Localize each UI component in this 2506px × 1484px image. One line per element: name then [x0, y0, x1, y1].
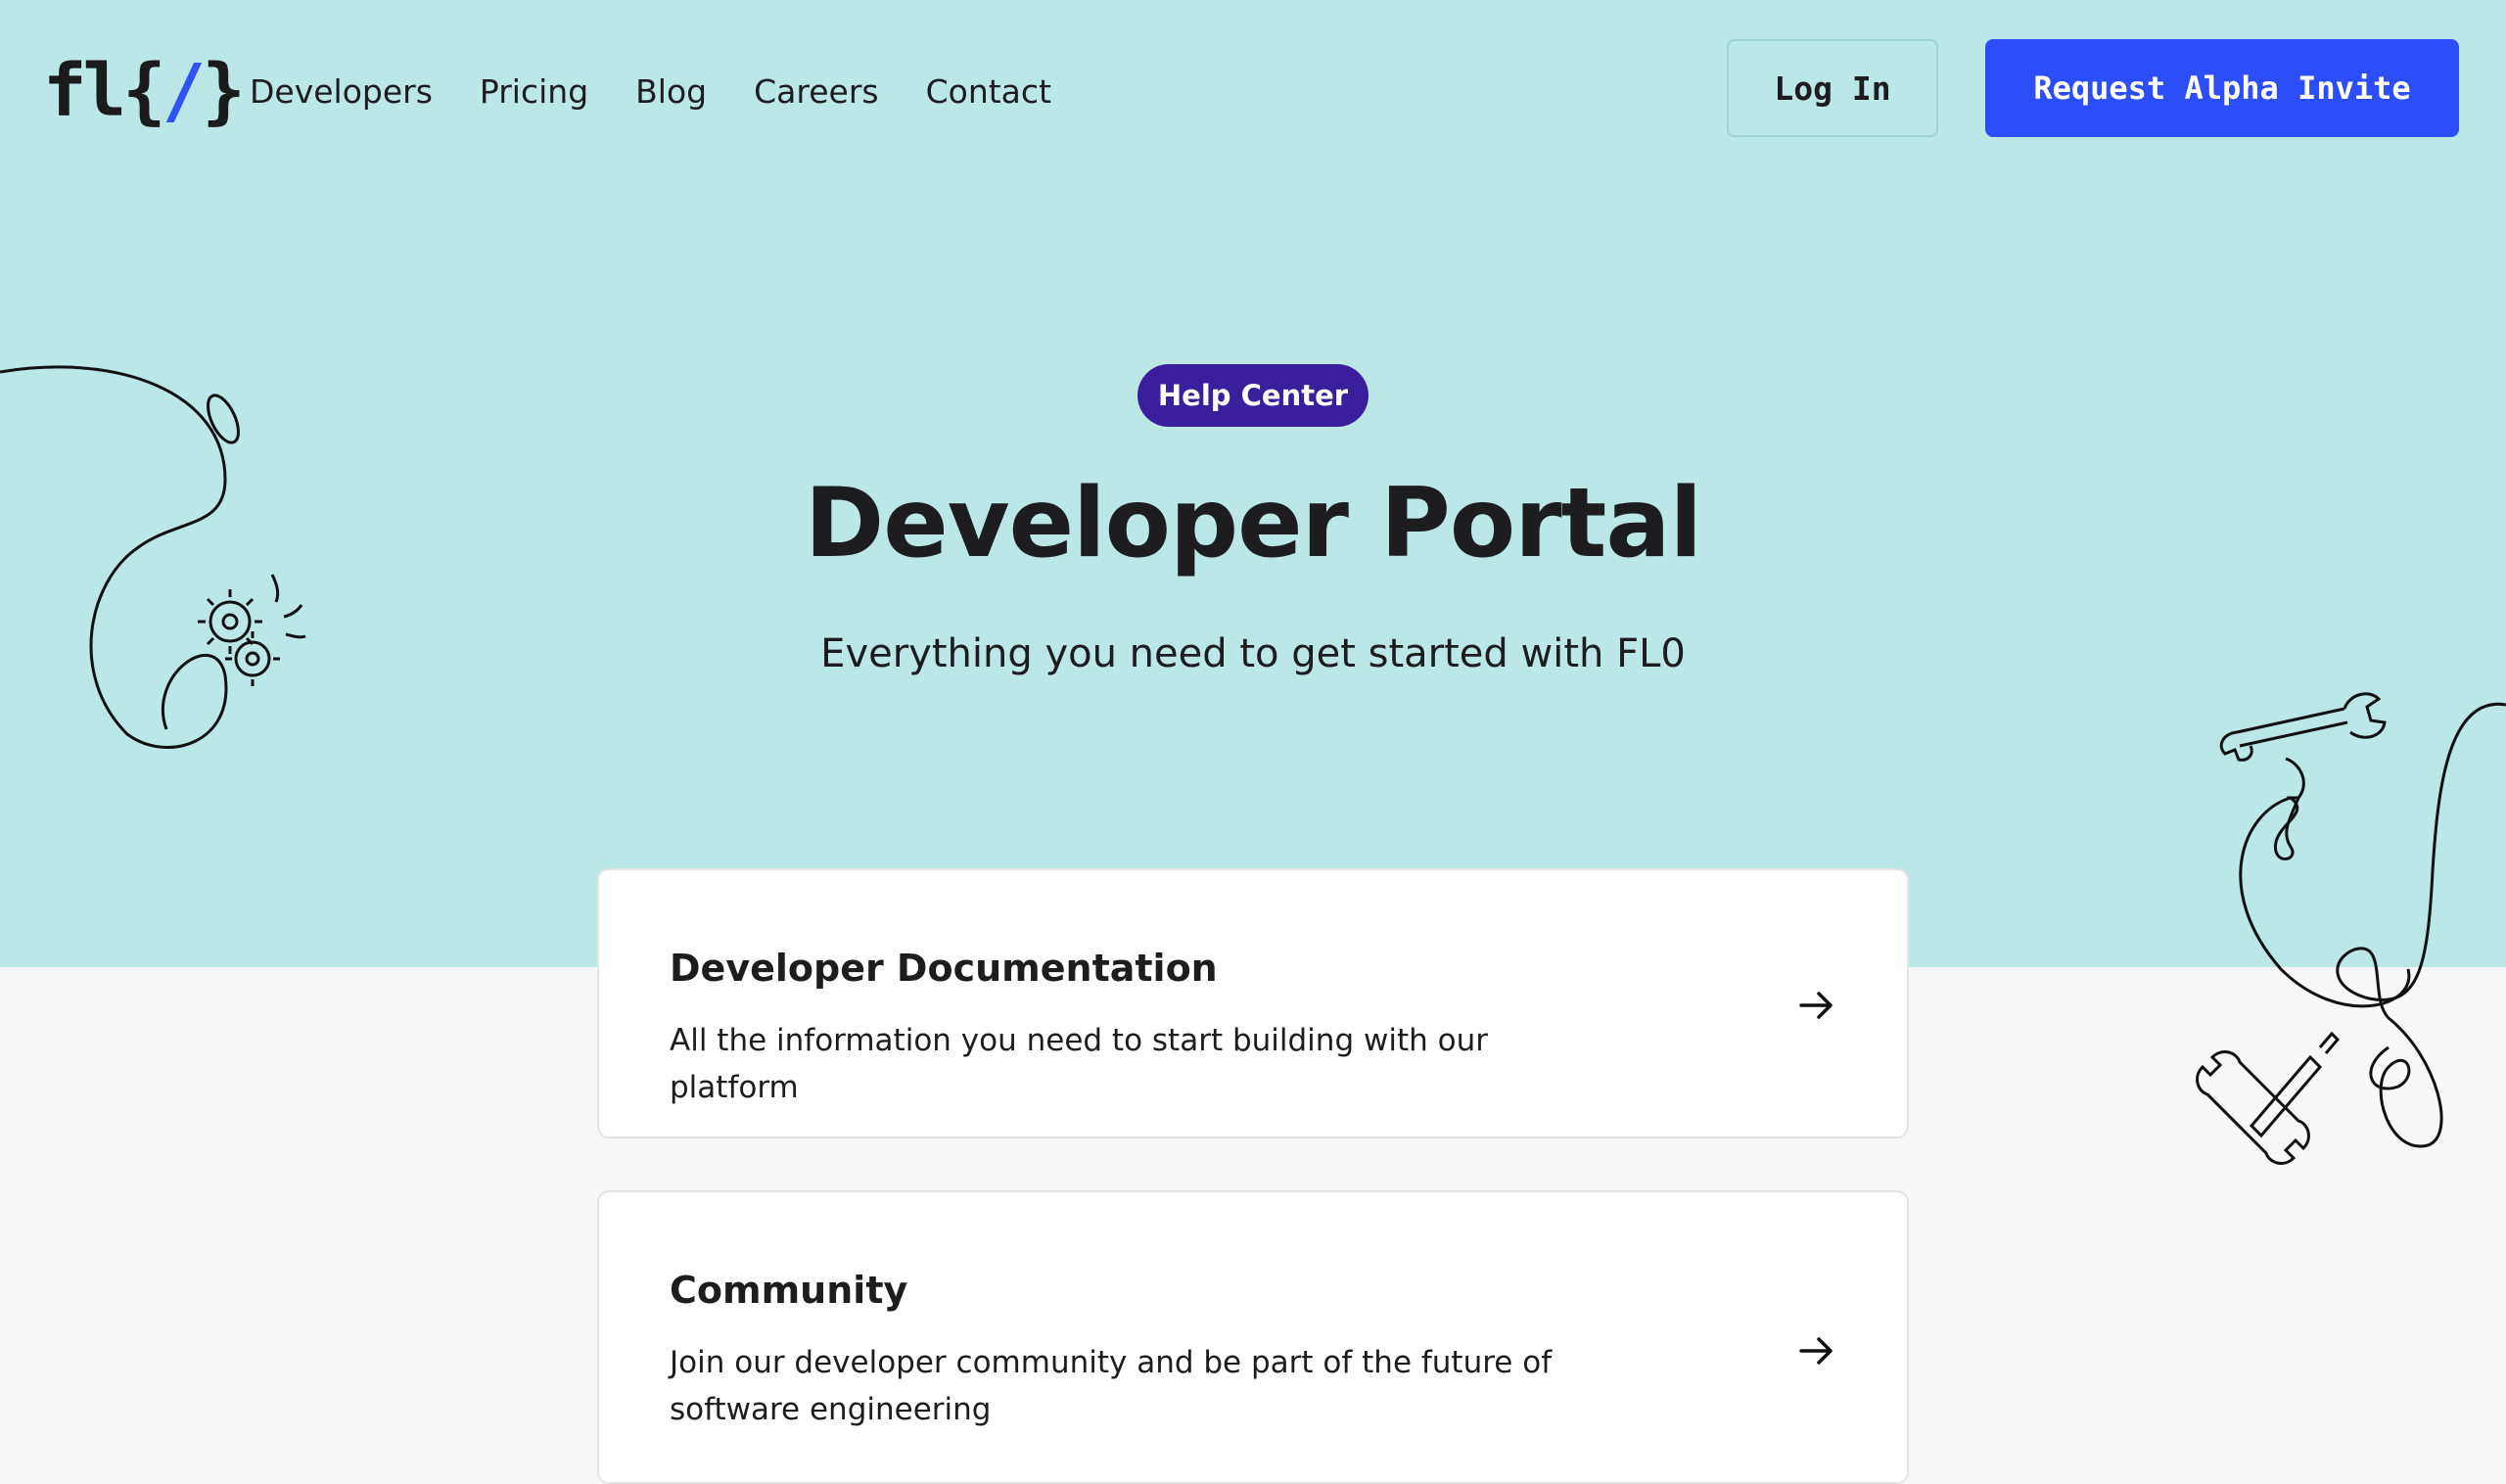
- nav-item-blog[interactable]: Blog: [635, 69, 707, 116]
- page-title: Developer Portal: [804, 468, 1702, 580]
- card-description: All the information you need to start bu…: [670, 1023, 1488, 1105]
- login-button[interactable]: Log In: [1727, 39, 1938, 137]
- arrow-right-icon[interactable]: [1797, 1331, 1836, 1370]
- nav-item-contact[interactable]: Contact: [926, 69, 1051, 116]
- logo-text-left: fl{: [43, 49, 166, 133]
- page-subtitle: Everything you need to get started with …: [820, 631, 1686, 676]
- fl0-logo[interactable]: fl{/}: [43, 49, 246, 133]
- tools-doodle-icon: [2196, 692, 2506, 1165]
- main-nav: Developers Pricing Blog Careers Contact: [250, 69, 1098, 116]
- nav-item-developers[interactable]: Developers: [250, 69, 433, 116]
- developer-documentation-card[interactable]: Developer Documentation All the informat…: [597, 868, 1909, 1138]
- logo-slash: /: [162, 49, 207, 133]
- logo-text-right: }: [202, 49, 246, 133]
- nav-item-careers[interactable]: Careers: [754, 69, 878, 116]
- nav-item-pricing[interactable]: Pricing: [480, 69, 588, 116]
- request-alpha-invite-button[interactable]: Request Alpha Invite: [1985, 39, 2459, 137]
- card-title: Community: [670, 1269, 908, 1312]
- help-center-badge: Help Center: [1137, 364, 1369, 427]
- community-card[interactable]: Community Join our developer community a…: [597, 1190, 1909, 1484]
- card-title: Developer Documentation: [670, 947, 1218, 990]
- card-description: Join our developer community and be part…: [670, 1345, 1553, 1427]
- site-header: fl{/} Developers Pricing Blog Careers Co…: [0, 0, 2506, 181]
- arrow-right-icon[interactable]: [1797, 986, 1836, 1025]
